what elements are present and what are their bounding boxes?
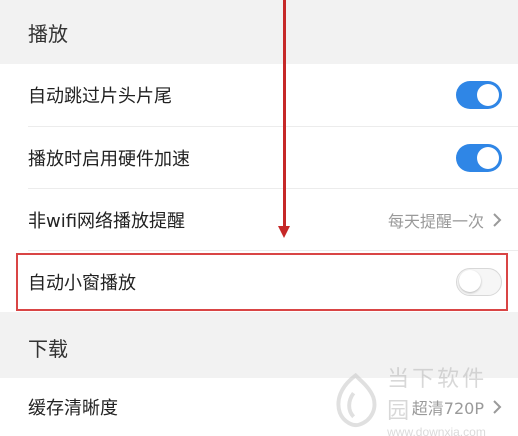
- auto-mini-window-toggle[interactable]: [456, 267, 502, 296]
- section-title-playback: 播放: [28, 21, 68, 46]
- setting-row-auto-mini-window[interactable]: 自动小窗播放: [0, 251, 518, 312]
- chevron-right-icon: [493, 212, 502, 227]
- toggle-knob: [477, 146, 499, 169]
- section-title-download: 下载: [28, 336, 68, 361]
- download-settings-group: 缓存清晰度 超清720P: [0, 378, 518, 436]
- chevron-right-icon: [493, 400, 502, 414]
- cache-quality-value: 超清720P: [411, 399, 484, 418]
- toggle-knob: [459, 270, 481, 292]
- auto-skip-toggle[interactable]: [456, 81, 502, 109]
- setting-row-non-wifi[interactable]: 非wifi网络播放提醒 每天提醒一次: [0, 189, 518, 250]
- setting-label-hw-accel: 播放时启用硬件加速: [28, 148, 190, 170]
- setting-row-auto-skip[interactable]: 自动跳过片头片尾: [0, 64, 518, 126]
- setting-label-auto-mini-window: 自动小窗播放: [28, 272, 136, 294]
- section-header-playback: 播放: [0, 0, 518, 64]
- setting-label-non-wifi: 非wifi网络播放提醒: [28, 210, 186, 232]
- setting-row-cache-quality[interactable]: 缓存清晰度 超清720P: [0, 378, 518, 436]
- non-wifi-reminder-value: 每天提醒一次: [387, 211, 484, 231]
- section-header-download: 下载: [0, 316, 518, 378]
- setting-label-cache-quality: 缓存清晰度: [28, 398, 118, 419]
- annotation-arrow-line: [283, 0, 286, 229]
- setting-value-group: 超清720P: [412, 395, 502, 419]
- hw-accel-toggle[interactable]: [456, 143, 502, 172]
- toggle-knob: [477, 84, 499, 106]
- setting-value-group: 每天提醒一次: [388, 208, 502, 232]
- playback-settings-group: 自动跳过片头片尾 播放时启用硬件加速 非wifi网络播放提醒 每天提醒一次 自动…: [0, 64, 518, 312]
- setting-row-hw-accel[interactable]: 播放时启用硬件加速: [0, 127, 518, 188]
- annotation-arrow-head: [278, 226, 290, 238]
- setting-label-auto-skip: 自动跳过片头片尾: [28, 86, 172, 107]
